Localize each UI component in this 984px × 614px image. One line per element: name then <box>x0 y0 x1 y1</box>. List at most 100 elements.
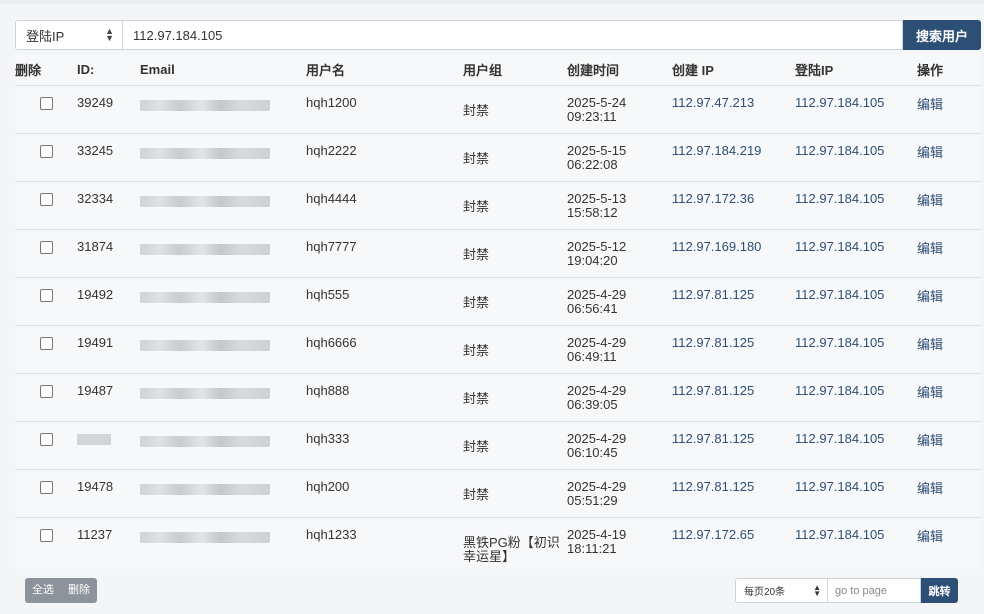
redacted-email <box>140 436 270 447</box>
edit-link[interactable]: 编辑 <box>917 146 943 160</box>
username: hqh2222 <box>306 143 357 158</box>
created-time: 15:58:12 <box>567 205 618 220</box>
user-id: 33245 <box>77 143 114 158</box>
created-date: 2025-4-29 <box>567 287 627 302</box>
edit-link[interactable]: 编辑 <box>917 482 943 496</box>
login-ip-cell: 112.97.184.105 <box>795 469 917 518</box>
username-cell: hqh333 <box>306 421 463 470</box>
action-cell: 编辑 <box>917 421 981 470</box>
user-group: 黑铁PG粉【初识幸运星】 <box>463 535 560 564</box>
search-users-button[interactable]: 搜索用户 <box>903 20 981 50</box>
edit-link[interactable]: 编辑 <box>917 290 943 304</box>
search-input[interactable] <box>123 20 903 50</box>
user-id: 19492 <box>77 287 114 302</box>
table-row: 19478 hqh200 封禁 2025-4-29 05:51:29 112.97… <box>15 469 981 518</box>
create-ip: 112.97.184.219 <box>672 143 762 158</box>
action-cell: 编辑 <box>917 517 981 570</box>
created-date: 2025-4-29 <box>567 431 627 446</box>
create-ip: 112.97.47.213 <box>672 95 755 110</box>
create-ip-cell: 112.97.172.36 <box>672 181 795 230</box>
login-ip-cell: 112.97.184.105 <box>795 181 917 230</box>
created-cell: 2025-4-29 06:39:05 <box>567 373 672 422</box>
created-time: 06:22:08 <box>567 157 618 172</box>
search-field-select[interactable]: 登陆IP ▲ ▼ <box>15 20 123 50</box>
per-page-select[interactable]: 每页20条 ▲ ▼ <box>735 578 828 603</box>
user-id: 39249 <box>77 95 114 110</box>
username: hqh6666 <box>306 335 357 350</box>
create-ip: 112.97.81.125 <box>672 335 755 350</box>
email-cell <box>140 85 306 134</box>
action-cell: 编辑 <box>917 373 981 422</box>
delete-cell <box>15 133 77 182</box>
delete-cell <box>15 229 77 278</box>
create-ip: 112.97.81.125 <box>672 383 755 398</box>
group-cell: 封禁 <box>463 421 567 470</box>
created-date: 2025-4-19 <box>567 527 627 542</box>
create-ip: 112.97.81.125 <box>672 479 755 494</box>
edit-link[interactable]: 编辑 <box>917 434 943 448</box>
edit-link[interactable]: 编辑 <box>917 98 943 112</box>
login-ip-cell: 112.97.184.105 <box>795 373 917 422</box>
header-username: 用户名 <box>306 54 463 86</box>
created-date: 2025-4-29 <box>567 335 627 350</box>
edit-link[interactable]: 编辑 <box>917 194 943 208</box>
redacted-email <box>140 244 270 255</box>
bulk-delete-button[interactable]: 删除 <box>61 578 97 603</box>
select-all-button[interactable]: 全选 <box>25 578 61 603</box>
create-ip-cell: 112.97.81.125 <box>672 277 795 326</box>
login-ip-cell: 112.97.184.105 <box>795 277 917 326</box>
group-cell: 封禁 <box>463 85 567 134</box>
row-checkbox[interactable] <box>39 97 53 110</box>
created-time: 09:23:11 <box>567 109 617 124</box>
goto-page-input[interactable] <box>828 578 921 603</box>
row-checkbox[interactable] <box>39 337 53 350</box>
created-cell: 2025-5-12 19:04:20 <box>567 229 672 278</box>
redacted-email <box>140 196 270 207</box>
row-checkbox[interactable] <box>39 289 53 302</box>
login-ip-cell: 112.97.184.105 <box>795 421 917 470</box>
row-checkbox[interactable] <box>39 481 53 494</box>
create-ip-cell: 112.97.172.65 <box>672 517 795 570</box>
row-checkbox[interactable] <box>39 193 53 206</box>
search-bar: 登陆IP ▲▼ 搜索用户 <box>15 20 981 50</box>
user-id: 32334 <box>77 191 114 206</box>
created-cell: 2025-4-19 18:11:21 <box>567 517 672 570</box>
row-checkbox[interactable] <box>39 529 53 542</box>
row-checkbox[interactable] <box>39 241 53 254</box>
jump-button[interactable]: 跳转 <box>921 578 958 603</box>
group-cell: 封禁 <box>463 277 567 326</box>
user-group: 封禁 <box>463 439 490 454</box>
row-checkbox[interactable] <box>39 433 53 446</box>
username-cell: hqh7777 <box>306 229 463 278</box>
username-cell: hqh555 <box>306 277 463 326</box>
header-action: 操作 <box>917 54 981 86</box>
username: hqh7777 <box>306 239 357 254</box>
delete-cell <box>15 85 77 134</box>
create-ip-cell: 112.97.81.125 <box>672 421 795 470</box>
user-group: 封禁 <box>463 343 490 358</box>
header-login-ip: 登陆IP <box>795 54 917 86</box>
table-row: 19487 hqh888 封禁 2025-4-29 06:39:05 112.97… <box>15 373 981 422</box>
create-ip: 112.97.81.125 <box>672 287 755 302</box>
user-group: 封禁 <box>463 247 490 262</box>
edit-link[interactable]: 编辑 <box>917 338 943 352</box>
edit-link[interactable]: 编辑 <box>917 530 943 544</box>
header-group: 用户组 <box>463 54 567 86</box>
row-checkbox[interactable] <box>39 145 53 158</box>
created-time: 06:39:05 <box>567 397 618 412</box>
delete-cell <box>15 517 77 570</box>
create-ip-cell: 112.97.81.125 <box>672 373 795 422</box>
username: hqh200 <box>306 479 350 494</box>
redacted-email <box>140 292 270 303</box>
created-time: 05:51:29 <box>567 493 618 508</box>
select-arrows-icon: ▲ ▼ <box>813 582 821 598</box>
email-cell <box>140 325 306 374</box>
redacted-email <box>140 484 270 495</box>
user-id: 31874 <box>77 239 114 254</box>
header-delete: 删除 <box>15 54 77 86</box>
login-ip-cell: 112.97.184.105 <box>795 325 917 374</box>
row-checkbox[interactable] <box>39 385 53 398</box>
created-time: 18:11:21 <box>567 541 617 556</box>
edit-link[interactable]: 编辑 <box>917 386 943 400</box>
edit-link[interactable]: 编辑 <box>917 242 943 256</box>
